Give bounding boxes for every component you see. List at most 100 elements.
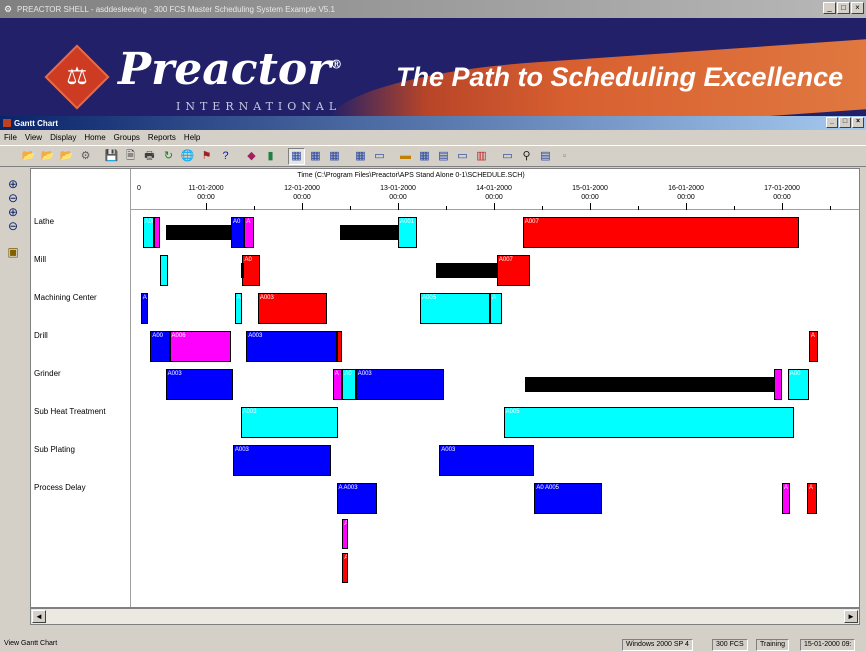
operation-bar[interactable]: A0 [230, 217, 245, 248]
open-icon[interactable]: 📂 [20, 148, 37, 165]
resource-label[interactable]: Sub Plating [34, 445, 75, 454]
window-icon[interactable]: ▭ [499, 148, 516, 165]
time-tick-mark [782, 203, 783, 210]
operation-bar[interactable]: A001 [398, 217, 418, 248]
save-icon[interactable]: 💾 [103, 148, 120, 165]
operation-bar[interactable] [524, 377, 775, 392]
operation-bar[interactable]: A A003 [336, 483, 377, 514]
menu-groups[interactable]: Groups [114, 133, 140, 142]
gantt-chart[interactable]: Lathe Mill Machining Center Drill Grinder Sub… [30, 168, 860, 608]
save-icon[interactable]: ▣ [5, 244, 21, 260]
operation-bar[interactable] [774, 369, 782, 400]
eraser-icon[interactable]: ◆ [243, 148, 260, 165]
document-icon[interactable]: ▤ [435, 148, 452, 165]
operation-bar[interactable]: A [234, 293, 243, 324]
maximize-button[interactable]: □ [837, 2, 850, 14]
operation-bar[interactable]: A00 [787, 369, 809, 400]
grid-icon[interactable]: ▦ [326, 148, 343, 165]
scroll-left-arrow-icon[interactable]: ◄ [32, 610, 46, 623]
menu-home[interactable]: Home [84, 133, 105, 142]
operation-bar[interactable]: A007 [522, 217, 800, 248]
open-icon[interactable]: 📂 [58, 148, 75, 165]
gear-icon[interactable]: ⚙ [77, 148, 94, 165]
operation-bar[interactable]: A [332, 369, 343, 400]
refresh-icon[interactable]: ↻ [160, 148, 177, 165]
operation-bar[interactable]: A003 [257, 293, 327, 324]
operation-bar[interactable]: A [806, 483, 817, 514]
resource-label[interactable]: Grinder [34, 369, 61, 378]
operation-bar[interactable]: A [490, 293, 502, 324]
operation-bar[interactable]: A003 [439, 445, 535, 476]
chart-icon[interactable]: ▥ [473, 148, 490, 165]
menu-display[interactable]: Display [50, 133, 76, 142]
document-icon[interactable]: ▤ [537, 148, 554, 165]
child-restore-button[interactable]: □ [839, 117, 851, 128]
operation-bar[interactable]: A [342, 553, 349, 583]
operation-bar[interactable]: A005 [503, 407, 795, 438]
resource-label[interactable]: Lathe [34, 217, 54, 226]
operation-bar[interactable] [240, 263, 245, 278]
operation-bar[interactable]: A003 [355, 369, 445, 400]
operation-bar[interactable]: A0 [242, 255, 260, 286]
settings-icon[interactable]: ⚑ [198, 148, 215, 165]
horizontal-scrollbar[interactable]: ◄ ► [30, 608, 860, 625]
print-preview-icon[interactable]: 🗎 [122, 148, 139, 165]
highlight-icon[interactable]: ▬ [397, 148, 414, 165]
operation-bar[interactable]: A003 [232, 445, 331, 476]
operation-bar[interactable] [154, 217, 160, 248]
operation-bar[interactable]: A0 [342, 369, 356, 400]
operation-bar[interactable]: A [782, 483, 790, 514]
operation-bar[interactable]: A [342, 519, 349, 549]
scroll-right-arrow-icon[interactable]: ► [844, 610, 858, 623]
operation-bar[interactable]: A003 [246, 331, 337, 362]
zoom-out-icon[interactable]: ⊖ [5, 218, 21, 234]
window-icon[interactable]: ▭ [371, 148, 388, 165]
window-icon[interactable]: ▭ [454, 148, 471, 165]
grid-icon[interactable]: ▦ [288, 147, 305, 165]
status-os: Windows 2000 SP 4 [622, 639, 693, 651]
resource-label[interactable]: Mill [34, 255, 46, 264]
operation-bar[interactable]: A005 [420, 293, 491, 324]
status-bar: View Gantt Chart Windows 2000 SP 4 300 F… [0, 638, 866, 652]
operation-bar[interactable]: A00 [150, 331, 170, 362]
green-marker-icon[interactable]: ▮ [262, 148, 279, 165]
resource-label[interactable]: Machining Center [34, 293, 97, 302]
gantt-window-icon [3, 119, 11, 127]
operation-bar[interactable]: A [244, 217, 254, 248]
operation-bar[interactable]: A0 A005 [534, 483, 602, 514]
grid-icon[interactable]: ▦ [352, 148, 369, 165]
minimize-button[interactable]: _ [823, 2, 836, 14]
operation-bar[interactable] [436, 263, 497, 278]
binoculars-icon[interactable]: ⚲ [518, 148, 535, 165]
resource-label[interactable]: Process Delay [34, 483, 86, 492]
operation-bar[interactable]: A [808, 331, 819, 362]
child-close-button[interactable]: × [852, 117, 864, 128]
operation-bar[interactable]: A003 [165, 369, 233, 400]
resource-label[interactable]: Drill [34, 331, 48, 340]
operation-bar[interactable] [340, 225, 398, 240]
disabled-icon[interactable]: ▫ [556, 148, 573, 165]
grid-icon[interactable]: ▦ [416, 148, 433, 165]
child-minimize-button[interactable]: _ [826, 117, 838, 128]
print-icon[interactable]: 🖶 [141, 148, 158, 165]
left-edge-label: 0 [137, 185, 141, 192]
menu-help[interactable]: Help [184, 133, 200, 142]
toolbar-separator [236, 148, 241, 164]
operation-bar[interactable] [336, 331, 343, 362]
resource-label[interactable]: Sub Heat Treatment [34, 407, 106, 416]
operation-bar[interactable] [165, 225, 238, 240]
operation-bar[interactable]: A [140, 293, 149, 324]
operation-bar[interactable]: A006 [169, 331, 231, 362]
operation-bar[interactable]: A007 [496, 255, 531, 286]
help-icon[interactable]: ? [217, 148, 234, 165]
menu-file[interactable]: File [4, 133, 17, 142]
menu-view[interactable]: View [25, 133, 42, 142]
menu-reports[interactable]: Reports [148, 133, 176, 142]
globe-icon[interactable]: 🌐 [179, 148, 196, 165]
grid-icon[interactable]: ▦ [307, 148, 324, 165]
operation-bar[interactable]: A003 [240, 407, 339, 438]
open-icon[interactable]: 📂 [39, 148, 56, 165]
operation-bar[interactable] [159, 255, 168, 286]
close-button[interactable]: × [851, 2, 864, 14]
operation-bar[interactable]: A00 [142, 217, 155, 248]
